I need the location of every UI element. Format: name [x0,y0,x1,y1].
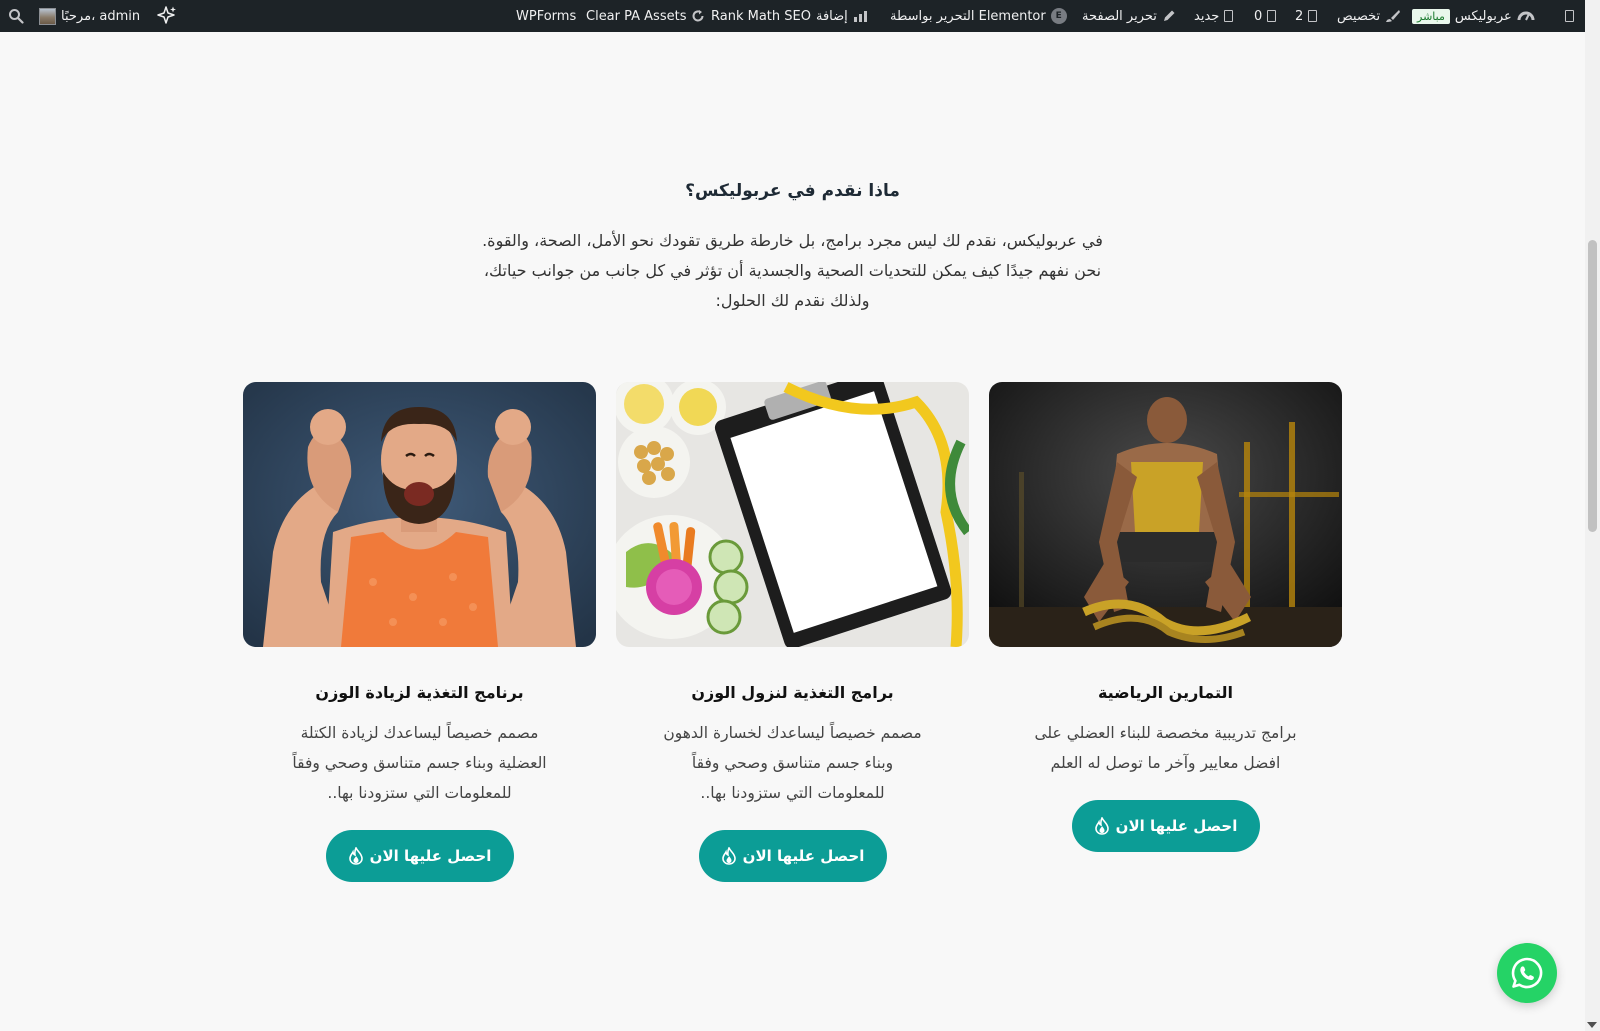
page-scrollbar[interactable] [1585,0,1600,1031]
service-card-weight-loss: برامج التغذية لنزول الوزن مصمم خصيصاً لي… [616,382,969,882]
get-weight-gain-button[interactable]: احصل عليها الان [325,830,514,882]
site-name-menu[interactable]: مباشر عربوليكس [1412,0,1535,32]
section-title: ماذا نقدم في عربوليكس؟ [685,181,900,201]
get-workouts-button[interactable]: احصل عليها الان [1071,800,1260,852]
wp-admin-bar: مرحبًا، admin WPForms Clear PA Assets Ra… [0,0,1585,32]
fire-icon [721,847,736,865]
whatsapp-chat-button[interactable] [1497,943,1557,1003]
get-weight-loss-button[interactable]: احصل عليها الان [698,830,887,882]
admin-greeting: مرحبًا، admin [61,8,141,24]
plus-icon [1224,10,1234,22]
pencil-icon [1163,10,1175,21]
fire-icon [348,847,363,865]
intro-line: ولذلك نقدم لك الحلول: [715,291,870,310]
elementor-icon: E [1050,8,1067,24]
my-account-menu[interactable]: مرحبًا، admin [39,0,140,32]
fire-icon [1094,817,1109,835]
live-badge: مباشر [1412,8,1450,24]
brush-icon [1386,10,1401,22]
card-description: مصمم خصيصاً ليساعدك لزيادة الكتلة العضلي… [292,724,547,802]
muscular-man-image [243,382,596,647]
cta-label: احصل عليها الان [742,847,865,865]
new-content-menu[interactable]: جديد [1194,0,1234,32]
card-title: برامج التغذية لنزول الوزن [691,683,894,702]
intro-line: نحن نفهم جيدًا كيف يمكن للتحديات الصحية … [483,261,1102,280]
wp-logo-menu[interactable] [1565,0,1574,32]
wordpress-icon [1565,10,1574,22]
scroll-down-arrow-icon[interactable] [1587,1022,1597,1028]
cta-label: احصل عليها الان [1115,817,1238,835]
card-title: التمارين الرياضية [1097,683,1234,702]
clear-assets-menu[interactable]: Clear PA Assets [586,0,705,32]
card-description: برامج تدريبية مخصصة للبناء العضلي على اف… [1034,724,1297,772]
cta-label: احصل عليها الان [369,847,492,865]
elementor-edit-menu[interactable]: التحرير بواسطة Elementor E [890,0,1067,32]
card-description: مصمم خصيصاً ليساعدك لخسارة الدهون وبناء … [663,724,922,802]
admin-search-icon[interactable] [8,0,24,32]
comments-menu[interactable]: 0 [1254,0,1277,32]
whatsapp-icon [1511,957,1543,989]
service-card-workouts: التمارين الرياضية برامج تدريبية مخصصة لل… [989,382,1342,882]
dashboard-icon [1517,11,1535,21]
scrollbar-thumb[interactable] [1588,240,1597,532]
wpforms-menu[interactable]: WPForms [516,0,576,32]
intro-line: في عربوليكس، نقدم لك ليس مجرد برامج، بل … [482,231,1103,250]
ai-sparkle-icon[interactable] [156,0,178,32]
refresh-icon [693,10,704,22]
section-intro: في عربوليكس، نقدم لك ليس مجرد برامج، بل … [0,226,1585,316]
comment-icon [1267,10,1277,22]
rank-math-menu[interactable]: Rank Math SEO إضافة [711,0,868,32]
avatar [39,7,56,25]
rank-math-icon [853,11,867,22]
card-title: برنامج التغذية لزيادة الوزن [315,683,524,702]
nutrition-clipboard-image [616,382,969,647]
updates-icon [1308,10,1318,22]
workout-athlete-image [989,382,1342,647]
customize-menu[interactable]: تخصيص [1337,0,1401,32]
service-card-weight-gain: برنامج التغذية لزيادة الوزن مصمم خصيصاً … [243,382,596,882]
edit-page-menu[interactable]: تحرير الصفحة [1082,0,1176,32]
updates-menu[interactable]: 2 [1295,0,1318,32]
